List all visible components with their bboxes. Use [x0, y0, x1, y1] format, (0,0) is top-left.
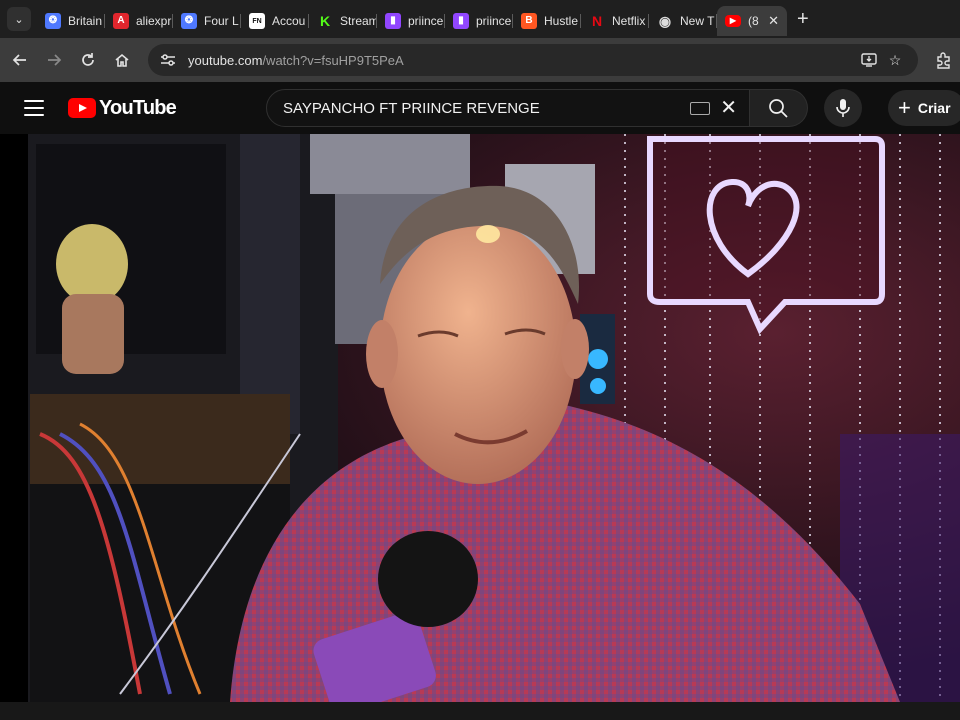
menu-icon[interactable]: [24, 100, 44, 116]
search-button[interactable]: [749, 89, 808, 127]
tab-title: New T: [680, 14, 715, 28]
site-info-icon[interactable]: [158, 50, 178, 70]
kick-icon: K: [319, 13, 331, 29]
globe-badge-icon: ❂: [181, 13, 197, 29]
create-label: Criar: [917, 100, 951, 116]
reload-icon: [82, 53, 94, 66]
extensions-icon[interactable]: [932, 48, 956, 72]
tab[interactable]: ▮ priince: [445, 6, 513, 36]
youtube-logo-text: YouTube: [99, 96, 177, 119]
voice-search-button[interactable]: [823, 89, 862, 127]
youtube-icon: ▶: [725, 15, 741, 27]
tab-title: Accou: [272, 14, 306, 28]
new-tab-button[interactable]: +: [797, 9, 809, 29]
arrow-left-icon: [12, 54, 26, 66]
fn-icon: FN: [249, 13, 265, 29]
tab-list: ❂ Britain Aaliexpr ❂ Four L FN Accou K Stream ▮ pr…: [37, 2, 787, 36]
close-tab-icon[interactable]: ✕: [768, 13, 779, 29]
tab-title: Stream: [340, 14, 377, 28]
youtube-logo[interactable]: YouTube: [68, 96, 177, 120]
search-icon: [769, 99, 789, 118]
youtube-header: YouTube SAYPANCHO FT PRIINCE REVENGE ✕ +…: [0, 82, 960, 134]
browser-tab-strip: ⌄ ❂ Britain Aaliexpr ❂ Four L FN Accou K Stream ▮…: [0, 0, 960, 38]
netflix-icon: N: [591, 13, 603, 29]
page-bottom-edge: [0, 702, 960, 720]
search-query-text: SAYPANCHO FT PRIINCE REVENGE: [282, 99, 540, 117]
video-player[interactable]: [0, 134, 960, 702]
tab-title: Four L: [204, 14, 239, 28]
home-button[interactable]: [108, 46, 136, 74]
tab[interactable]: N Netflix: [581, 6, 649, 36]
home-icon: [115, 53, 129, 67]
youtube-play-icon: [68, 98, 96, 118]
globe-badge-icon: ❂: [45, 13, 61, 29]
browser-toolbar: youtube.com/watch?v=fsuHP9T5PeA ☆: [0, 38, 960, 82]
tab[interactable]: ▮ priince: [377, 6, 445, 36]
bookmark-star-icon[interactable]: ☆: [882, 50, 908, 70]
tab-title: aliexpr: [136, 14, 172, 28]
tab[interactable]: ❂ Britain: [37, 6, 105, 36]
tab[interactable]: ❂ Four L: [173, 6, 241, 36]
tab-title: priince: [476, 14, 512, 28]
tab-active[interactable]: ▶ (8 ✕: [717, 6, 787, 36]
url-host: youtube.com: [188, 52, 263, 68]
tab[interactable]: ◉ New T: [649, 6, 717, 36]
tab-title: priince: [408, 14, 444, 28]
neon-heart-sign: [647, 136, 885, 335]
chevron-down-icon: ⌄: [14, 13, 24, 26]
clear-search-icon[interactable]: ✕: [720, 98, 737, 118]
tab[interactable]: K Stream: [309, 6, 377, 36]
plus-icon: +: [797, 8, 809, 30]
address-bar[interactable]: youtube.com/watch?v=fsuHP9T5PeA ☆: [148, 44, 918, 76]
arrow-right-icon: [48, 54, 62, 66]
url-path: /watch?v=fsuHP9T5PeA: [262, 52, 404, 68]
forward-button[interactable]: [40, 46, 68, 74]
tab-title: Netflix: [612, 14, 646, 28]
aliexpress-icon: A: [113, 13, 129, 29]
tab-title: Hustle: [544, 14, 579, 28]
tab-search-button[interactable]: ⌄: [7, 7, 31, 31]
tab-title: (8: [748, 14, 759, 28]
tab[interactable]: B Hustle: [513, 6, 581, 36]
plus-icon: +: [897, 95, 911, 120]
chrome-icon: ◉: [658, 13, 672, 29]
back-button[interactable]: [6, 46, 34, 74]
reload-button[interactable]: [74, 46, 102, 74]
tab[interactable]: Aaliexpr: [105, 6, 173, 36]
tab-title: Britain: [68, 14, 103, 28]
microphone-icon: [836, 99, 850, 117]
blogger-icon: B: [521, 13, 537, 29]
twitch-icon: ▮: [385, 13, 401, 29]
create-button[interactable]: + Criar: [887, 90, 960, 126]
video-frame: [0, 134, 960, 702]
search-input[interactable]: SAYPANCHO FT PRIINCE REVENGE ✕: [265, 89, 750, 127]
install-app-icon[interactable]: [856, 50, 882, 70]
keyboard-icon[interactable]: [690, 101, 711, 115]
twitch-icon: ▮: [453, 13, 469, 29]
tab[interactable]: FN Accou: [241, 6, 309, 36]
